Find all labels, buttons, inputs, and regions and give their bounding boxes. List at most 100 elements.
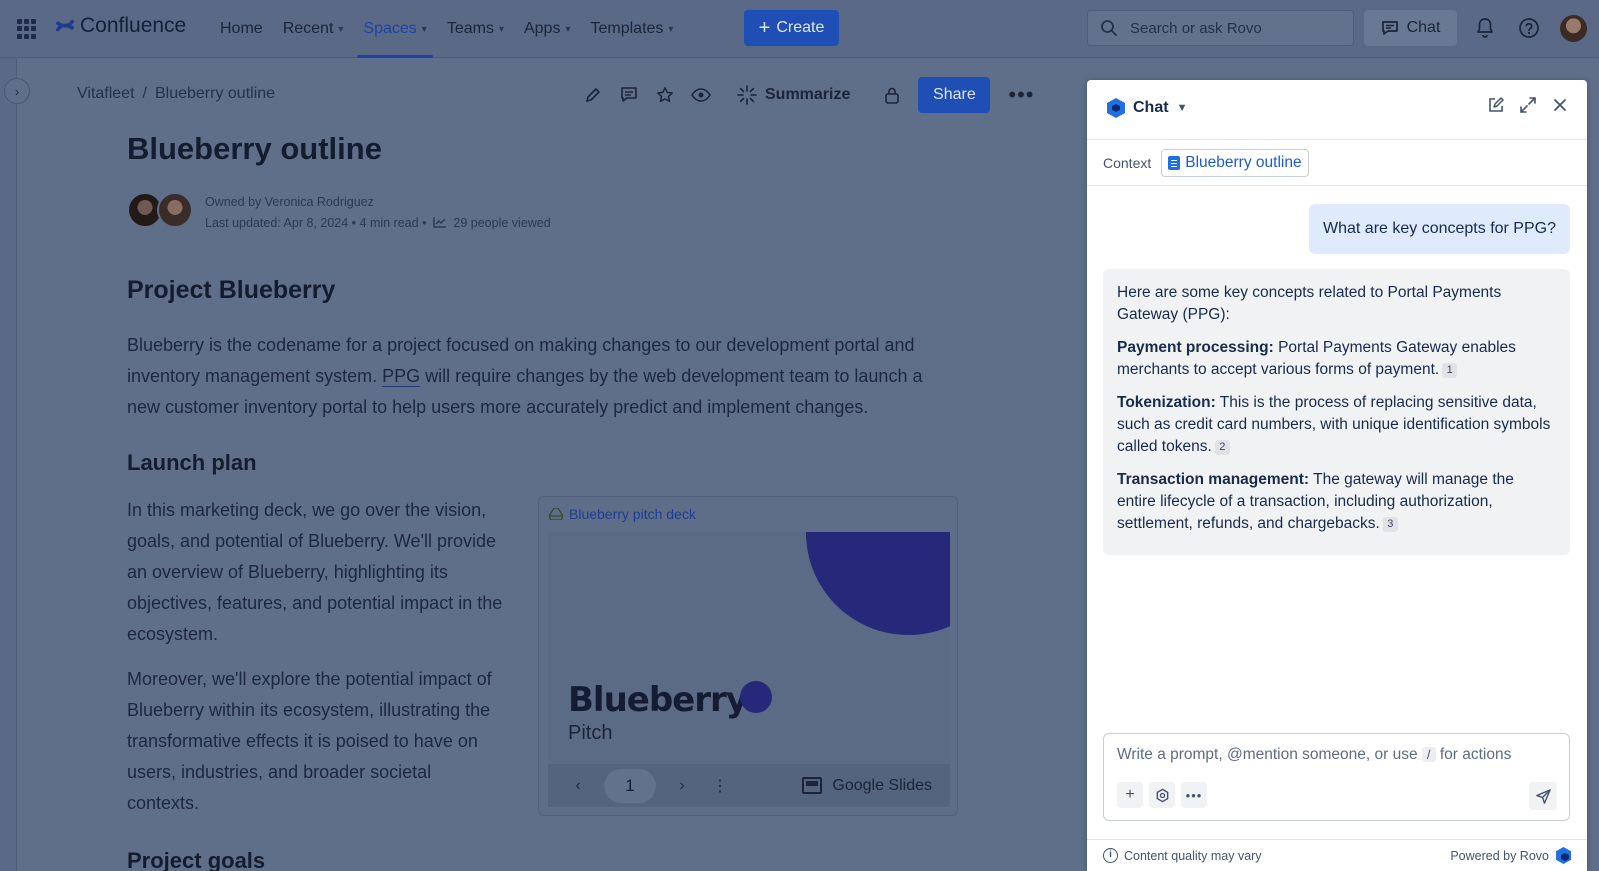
nav-templates[interactable]: Templates ▾ [580, 0, 683, 58]
context-chip[interactable]: Blueberry outline [1161, 148, 1309, 177]
nav-recent[interactable]: Recent ▾ [273, 0, 354, 58]
info-icon[interactable]: i [1103, 848, 1118, 863]
nav-home-label: Home [220, 20, 263, 37]
plus-icon: + [758, 17, 771, 39]
paragraph-line: ecosystem. [127, 624, 219, 644]
project-description: Blueberry is the codename for a project … [127, 330, 922, 423]
chat-agent-selector[interactable]: Chat ▼ [1107, 98, 1187, 118]
new-chat-icon[interactable] [1487, 96, 1505, 114]
slide-controls: ‹ 1 › ⋮ Google Slides [548, 764, 950, 807]
agent-icon[interactable] [1149, 782, 1175, 808]
sidebar-rail [0, 58, 17, 871]
expand-sidebar-button[interactable]: › [4, 78, 30, 104]
brand-name: Confluence [80, 14, 187, 37]
comment-icon[interactable] [611, 77, 647, 113]
citation-badge[interactable]: 3 [1382, 517, 1398, 532]
paragraph-line: objectives, features, and potential impa… [127, 593, 503, 613]
user-avatar[interactable] [1560, 15, 1587, 42]
slide-preview[interactable]: Blueberry Pitch [548, 532, 950, 764]
lock-icon[interactable] [874, 77, 910, 113]
breadcrumb-space-link[interactable]: Vitafleet [77, 85, 135, 103]
add-attachment-icon[interactable]: + [1117, 782, 1143, 808]
composer-tools: + ••• [1117, 782, 1207, 808]
prompt-input[interactable]: Write a prompt, @mention someone, or use… [1117, 746, 1557, 764]
confluence-logo[interactable]: Confluence [56, 14, 186, 38]
sparkle-icon [737, 85, 757, 105]
next-slide-icon[interactable]: › [664, 777, 700, 795]
chat-title: Chat [1133, 99, 1169, 116]
response-term: Tokenization: [1117, 394, 1216, 411]
share-button-label: Share [933, 86, 976, 103]
owner-prefix: Owned by [205, 195, 262, 209]
paragraph-line: an overview of Blueberry, highlighting i… [127, 562, 448, 582]
meta-separator: • [351, 216, 360, 230]
prompt-placeholder: Write a prompt, @mention someone, or use [1117, 746, 1418, 763]
more-actions-icon[interactable]: ••• [1008, 82, 1034, 108]
context-chip-label: Blueberry outline [1185, 153, 1302, 171]
create-button-label: Create [776, 19, 825, 36]
google-slides-embed[interactable]: Blueberry pitch deck Blueberry Pitch ‹ 1… [538, 496, 958, 816]
powered-by-label: Powered by Rovo [1450, 848, 1549, 863]
nav-apps[interactable]: Apps ▾ [514, 0, 581, 58]
read-time: 4 min read [359, 216, 419, 230]
chevron-down-icon: ▾ [565, 23, 571, 35]
breadcrumb: Vitafleet / Blueberry outline [77, 85, 275, 103]
chat-header: Chat ▼ [1087, 80, 1587, 140]
help-icon[interactable] [1518, 17, 1540, 39]
chat-header-actions [1487, 96, 1569, 114]
citation-badge[interactable]: 1 [1442, 363, 1458, 378]
close-icon[interactable] [1551, 96, 1569, 114]
slide-subtitle: Pitch [568, 722, 613, 744]
search-input[interactable]: Search or ask Rovo [1087, 10, 1354, 46]
app-switcher-icon[interactable] [17, 19, 37, 39]
avatar[interactable] [157, 192, 193, 228]
breadcrumb-page-link[interactable]: Blueberry outline [155, 85, 275, 103]
slide-options-icon[interactable]: ⋮ [712, 776, 728, 796]
chevron-down-icon: ▾ [668, 23, 674, 35]
nav-apps-label: Apps [523, 20, 561, 37]
nav-teams[interactable]: Teams ▾ [437, 0, 514, 58]
open-in-google-slides[interactable]: Google Slides [802, 777, 932, 795]
nav-home[interactable]: Home [210, 0, 273, 58]
summarize-button[interactable]: Summarize [737, 85, 850, 105]
notifications-bell-icon[interactable] [1474, 17, 1496, 39]
embed-title-link[interactable]: Blueberry pitch deck [549, 506, 696, 522]
watch-eye-icon[interactable] [683, 77, 719, 113]
paragraph-line: new customer inventory portal to help us… [127, 397, 869, 417]
section-heading-project-blueberry: Project Blueberry [127, 276, 336, 304]
response-item: Payment processing: Portal Payments Gate… [1117, 337, 1556, 381]
edit-pencil-icon[interactable] [575, 77, 611, 113]
context-label: Context [1103, 154, 1152, 171]
google-slides-icon [802, 777, 823, 794]
rovo-logo-icon [1107, 98, 1125, 118]
more-options-icon[interactable]: ••• [1181, 782, 1207, 808]
expand-icon[interactable] [1519, 96, 1537, 114]
citation-badge[interactable]: 2 [1214, 440, 1230, 455]
nav-spaces[interactable]: Spaces ▾ [353, 0, 436, 58]
page-title: Blueberry outline [127, 131, 382, 166]
previous-slide-icon[interactable]: ‹ [560, 777, 596, 795]
page-views-link[interactable]: 29 people viewed [453, 216, 550, 230]
star-icon[interactable] [647, 77, 683, 113]
chat-button[interactable]: Chat [1364, 10, 1457, 46]
contributor-avatars[interactable] [127, 192, 193, 234]
chat-composer[interactable]: Write a prompt, @mention someone, or use… [1103, 733, 1570, 821]
chevron-down-icon: ▾ [338, 23, 344, 35]
page-document-icon [1168, 155, 1181, 170]
search-placeholder: Search or ask Rovo [1130, 19, 1262, 37]
chat-footer: i Content quality may vary Powered by Ro… [1087, 839, 1587, 871]
paragraph-line: Moreover, we'll explore the potential im… [127, 669, 492, 689]
owner-name-link[interactable]: Veronica Rodriguez [265, 195, 374, 209]
breadcrumb-separator: / [142, 85, 147, 102]
create-button[interactable]: + Create [744, 10, 839, 46]
share-button[interactable]: Share [918, 77, 991, 113]
send-icon[interactable] [1529, 782, 1557, 810]
primary-nav: Home Recent ▾ Spaces ▾ Teams ▾ Apps ▾ Templa… [210, 0, 683, 58]
embed-link-label: Blueberry pitch deck [569, 506, 696, 522]
slide-decoration-dot [740, 681, 772, 713]
rovo-chat-panel: Chat ▼ Context Blueberry outline What ar… [1087, 80, 1587, 871]
provider-label: Google Slides [832, 776, 932, 794]
content-quality-note: i Content quality may vary [1103, 848, 1262, 863]
slide-decoration-circle [806, 532, 950, 635]
ppg-glossary-link[interactable]: PPG [382, 366, 420, 386]
